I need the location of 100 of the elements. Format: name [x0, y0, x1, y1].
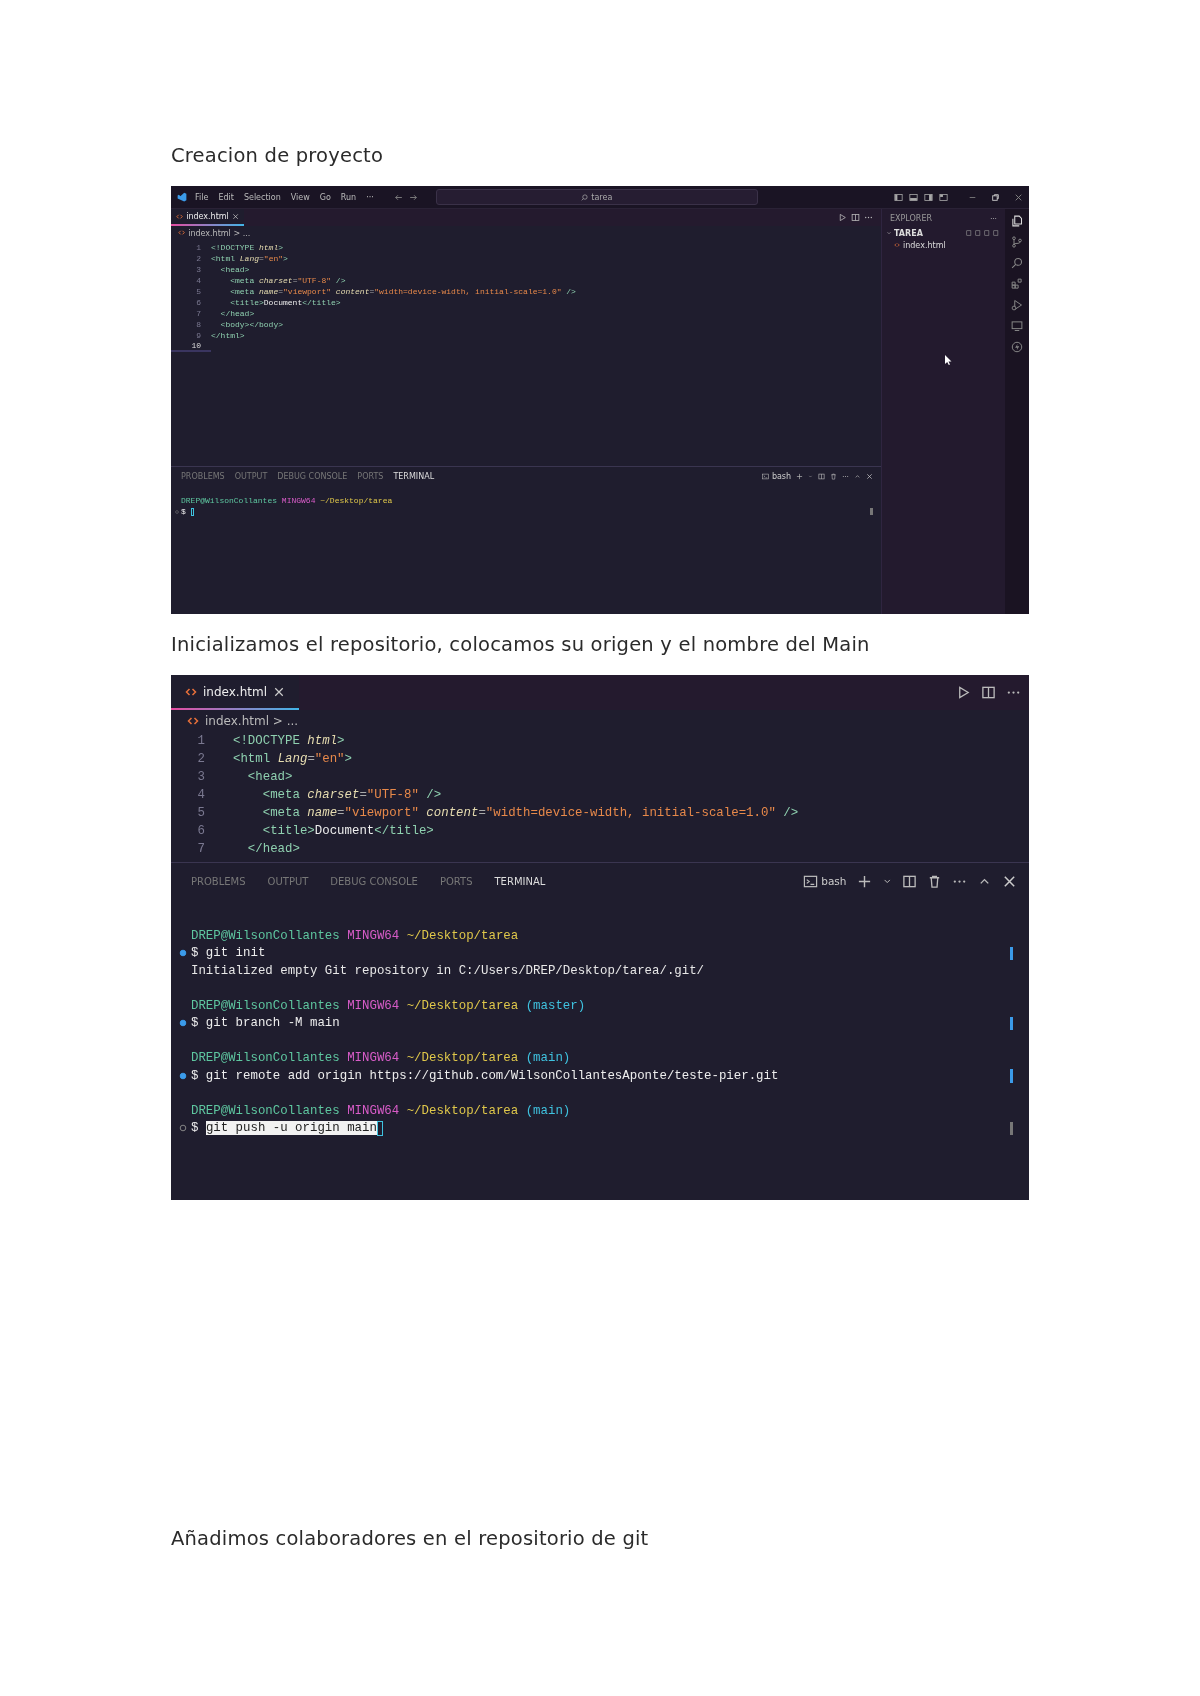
panel-tab[interactable]: DEBUG CONSOLE — [277, 471, 348, 481]
code-line: <meta charset="UTF-8" /> — [261, 788, 443, 802]
editor-tab[interactable]: index.html — [171, 675, 299, 710]
search-icon[interactable] — [1011, 257, 1023, 269]
terminal-prompt: DREP@WilsonCollantes MINGW64 ~/Desktop/tarea — [181, 496, 393, 505]
menu-item[interactable]: File — [193, 192, 211, 202]
code-line: <meta name="viewport" content="width=device-width, initial-scale=1.0" /> — [261, 806, 800, 820]
html-file-icon — [894, 242, 900, 248]
extensions-icon[interactable] — [1011, 278, 1023, 290]
terminal-icon[interactable] — [803, 873, 819, 889]
scrollbar-mark — [1010, 946, 1013, 960]
terminal-prompt: DREP@WilsonCollantes MINGW64 ~/Desktop/tarea (master) — [191, 998, 586, 1013]
panel-tab[interactable]: TERMINAL — [494, 875, 546, 887]
folder-row[interactable]: TAREA — [882, 227, 1005, 239]
scrollbar-mark — [1010, 1069, 1013, 1083]
code-line: <meta name="viewport" content="width=device-width, initial-scale=1.0" /> — [229, 287, 577, 296]
menu-item[interactable]: Go — [317, 192, 333, 202]
split-editor-icon[interactable] — [902, 873, 917, 889]
mouse-pointer-icon — [945, 355, 952, 365]
plus-icon[interactable] — [856, 873, 872, 889]
terminal-icon[interactable] — [761, 472, 769, 480]
breadcrumb[interactable]: index.html > ... — [188, 228, 251, 238]
split-editor-icon[interactable] — [851, 213, 860, 222]
section-heading: Creacion de proyecto — [171, 143, 384, 168]
restore-icon[interactable] — [991, 192, 1000, 202]
run-icon[interactable] — [956, 685, 971, 700]
close-icon[interactable] — [866, 472, 873, 480]
close-icon[interactable] — [231, 212, 240, 221]
terminal-prompt: DREP@WilsonCollantes MINGW64 ~/Desktop/tarea (main) — [191, 1103, 571, 1118]
search-text: tarea — [591, 192, 613, 202]
line-number: 2 — [195, 254, 202, 263]
plus-icon[interactable] — [796, 472, 804, 480]
scrollbar-mark — [870, 508, 873, 515]
chevron-icon[interactable] — [886, 230, 892, 236]
trash-icon[interactable] — [927, 873, 942, 889]
line-number: 3 — [195, 265, 202, 274]
editor-tab[interactable]: index.html — [171, 209, 245, 226]
code-line: <!DOCTYPE html> — [233, 734, 346, 748]
menu-item[interactable]: Run — [338, 192, 359, 202]
monitor-icon[interactable] — [1011, 320, 1023, 332]
layout-panel-icon[interactable] — [909, 192, 918, 202]
terminal-command: $ git init — [191, 946, 266, 961]
close-icon[interactable] — [1014, 192, 1023, 202]
scrollbar-mark — [1010, 1016, 1013, 1030]
layout-sidebar-icon[interactable] — [894, 192, 903, 202]
panel-tab[interactable]: TERMINAL — [393, 471, 435, 481]
run-debug-icon[interactable] — [1011, 299, 1023, 311]
forward-arrow-icon[interactable] — [408, 192, 418, 202]
line-number: 7 — [195, 309, 202, 318]
search-field[interactable]: tarea — [435, 189, 758, 205]
split-editor-icon[interactable] — [981, 685, 996, 700]
menu-item[interactable]: Selection — [241, 192, 283, 202]
panel-tab[interactable]: PORTS — [357, 471, 384, 481]
trash-icon[interactable] — [830, 472, 837, 480]
line-number: 6 — [195, 298, 202, 307]
layout-sidebar-right-icon[interactable] — [924, 192, 933, 202]
line-number: 2 — [196, 752, 206, 766]
menu-item[interactable]: Edit — [216, 192, 236, 202]
line-number: 3 — [196, 770, 206, 784]
split-editor-icon[interactable] — [818, 472, 825, 480]
panel-tab[interactable]: PROBLEMS — [191, 875, 246, 887]
code-line: <title>Document</title> — [261, 824, 435, 838]
back-arrow-icon[interactable] — [393, 192, 403, 202]
files-icon[interactable] — [1011, 215, 1023, 227]
terminal-prompt: DREP@WilsonCollantes MINGW64 ~/Desktop/tarea (main) — [191, 1051, 571, 1066]
code-line: <meta charset="UTF-8" /> — [229, 276, 347, 285]
panel-tab[interactable]: DEBUG CONSOLE — [330, 875, 418, 887]
lightning-icon[interactable] — [1011, 341, 1023, 353]
menu-item[interactable]: View — [288, 192, 312, 202]
terminal-shell-button[interactable]: bash — [761, 471, 792, 481]
html-file-icon — [178, 229, 186, 237]
menu-item[interactable]: ··· — [364, 192, 376, 202]
run-icon[interactable] — [838, 213, 847, 222]
section-heading: Añadimos colaboradores en el repositorio de git — [171, 1526, 649, 1551]
terminal-prompt: DREP@WilsonCollantes MINGW64 ~/Desktop/tarea — [191, 928, 519, 943]
code-line: </html> — [211, 331, 246, 340]
html-file-icon — [176, 212, 184, 221]
close-icon[interactable] — [1002, 873, 1017, 889]
line-number: 10 — [190, 341, 202, 350]
code-line: <html Lang="en"> — [233, 752, 353, 766]
terminal-shell-button[interactable]: bash — [803, 873, 847, 889]
terminal-output: Initialized empty Git repository in C:/Users/DREP/Desktop/tarea/.git/ — [191, 963, 705, 978]
panel-tab[interactable]: OUTPUT — [234, 471, 268, 481]
app-logo-icon — [177, 192, 187, 202]
panel-tab[interactable]: OUTPUT — [267, 875, 309, 887]
layout-grid-icon[interactable] — [939, 192, 948, 202]
terminal-command: $ git remote add origin https://github.com/WilsonCollantesAponte/teste-pier.git — [191, 1068, 779, 1083]
breadcrumb[interactable]: index.html > ... — [205, 714, 299, 728]
source-control-icon[interactable] — [1011, 236, 1023, 248]
line-number: 1 — [195, 243, 202, 252]
code-line: </head> — [219, 309, 256, 318]
close-icon[interactable] — [273, 685, 285, 698]
maximize-panel-icon[interactable] — [854, 472, 861, 480]
search-icon — [581, 193, 589, 201]
panel-tab[interactable]: PROBLEMS — [181, 471, 225, 481]
line-number: 5 — [195, 287, 202, 296]
explorer-file[interactable]: index.html — [882, 239, 952, 251]
panel-tab[interactable]: PORTS — [439, 875, 473, 887]
line-number: 5 — [196, 806, 206, 820]
code-line: <head> — [246, 770, 294, 784]
